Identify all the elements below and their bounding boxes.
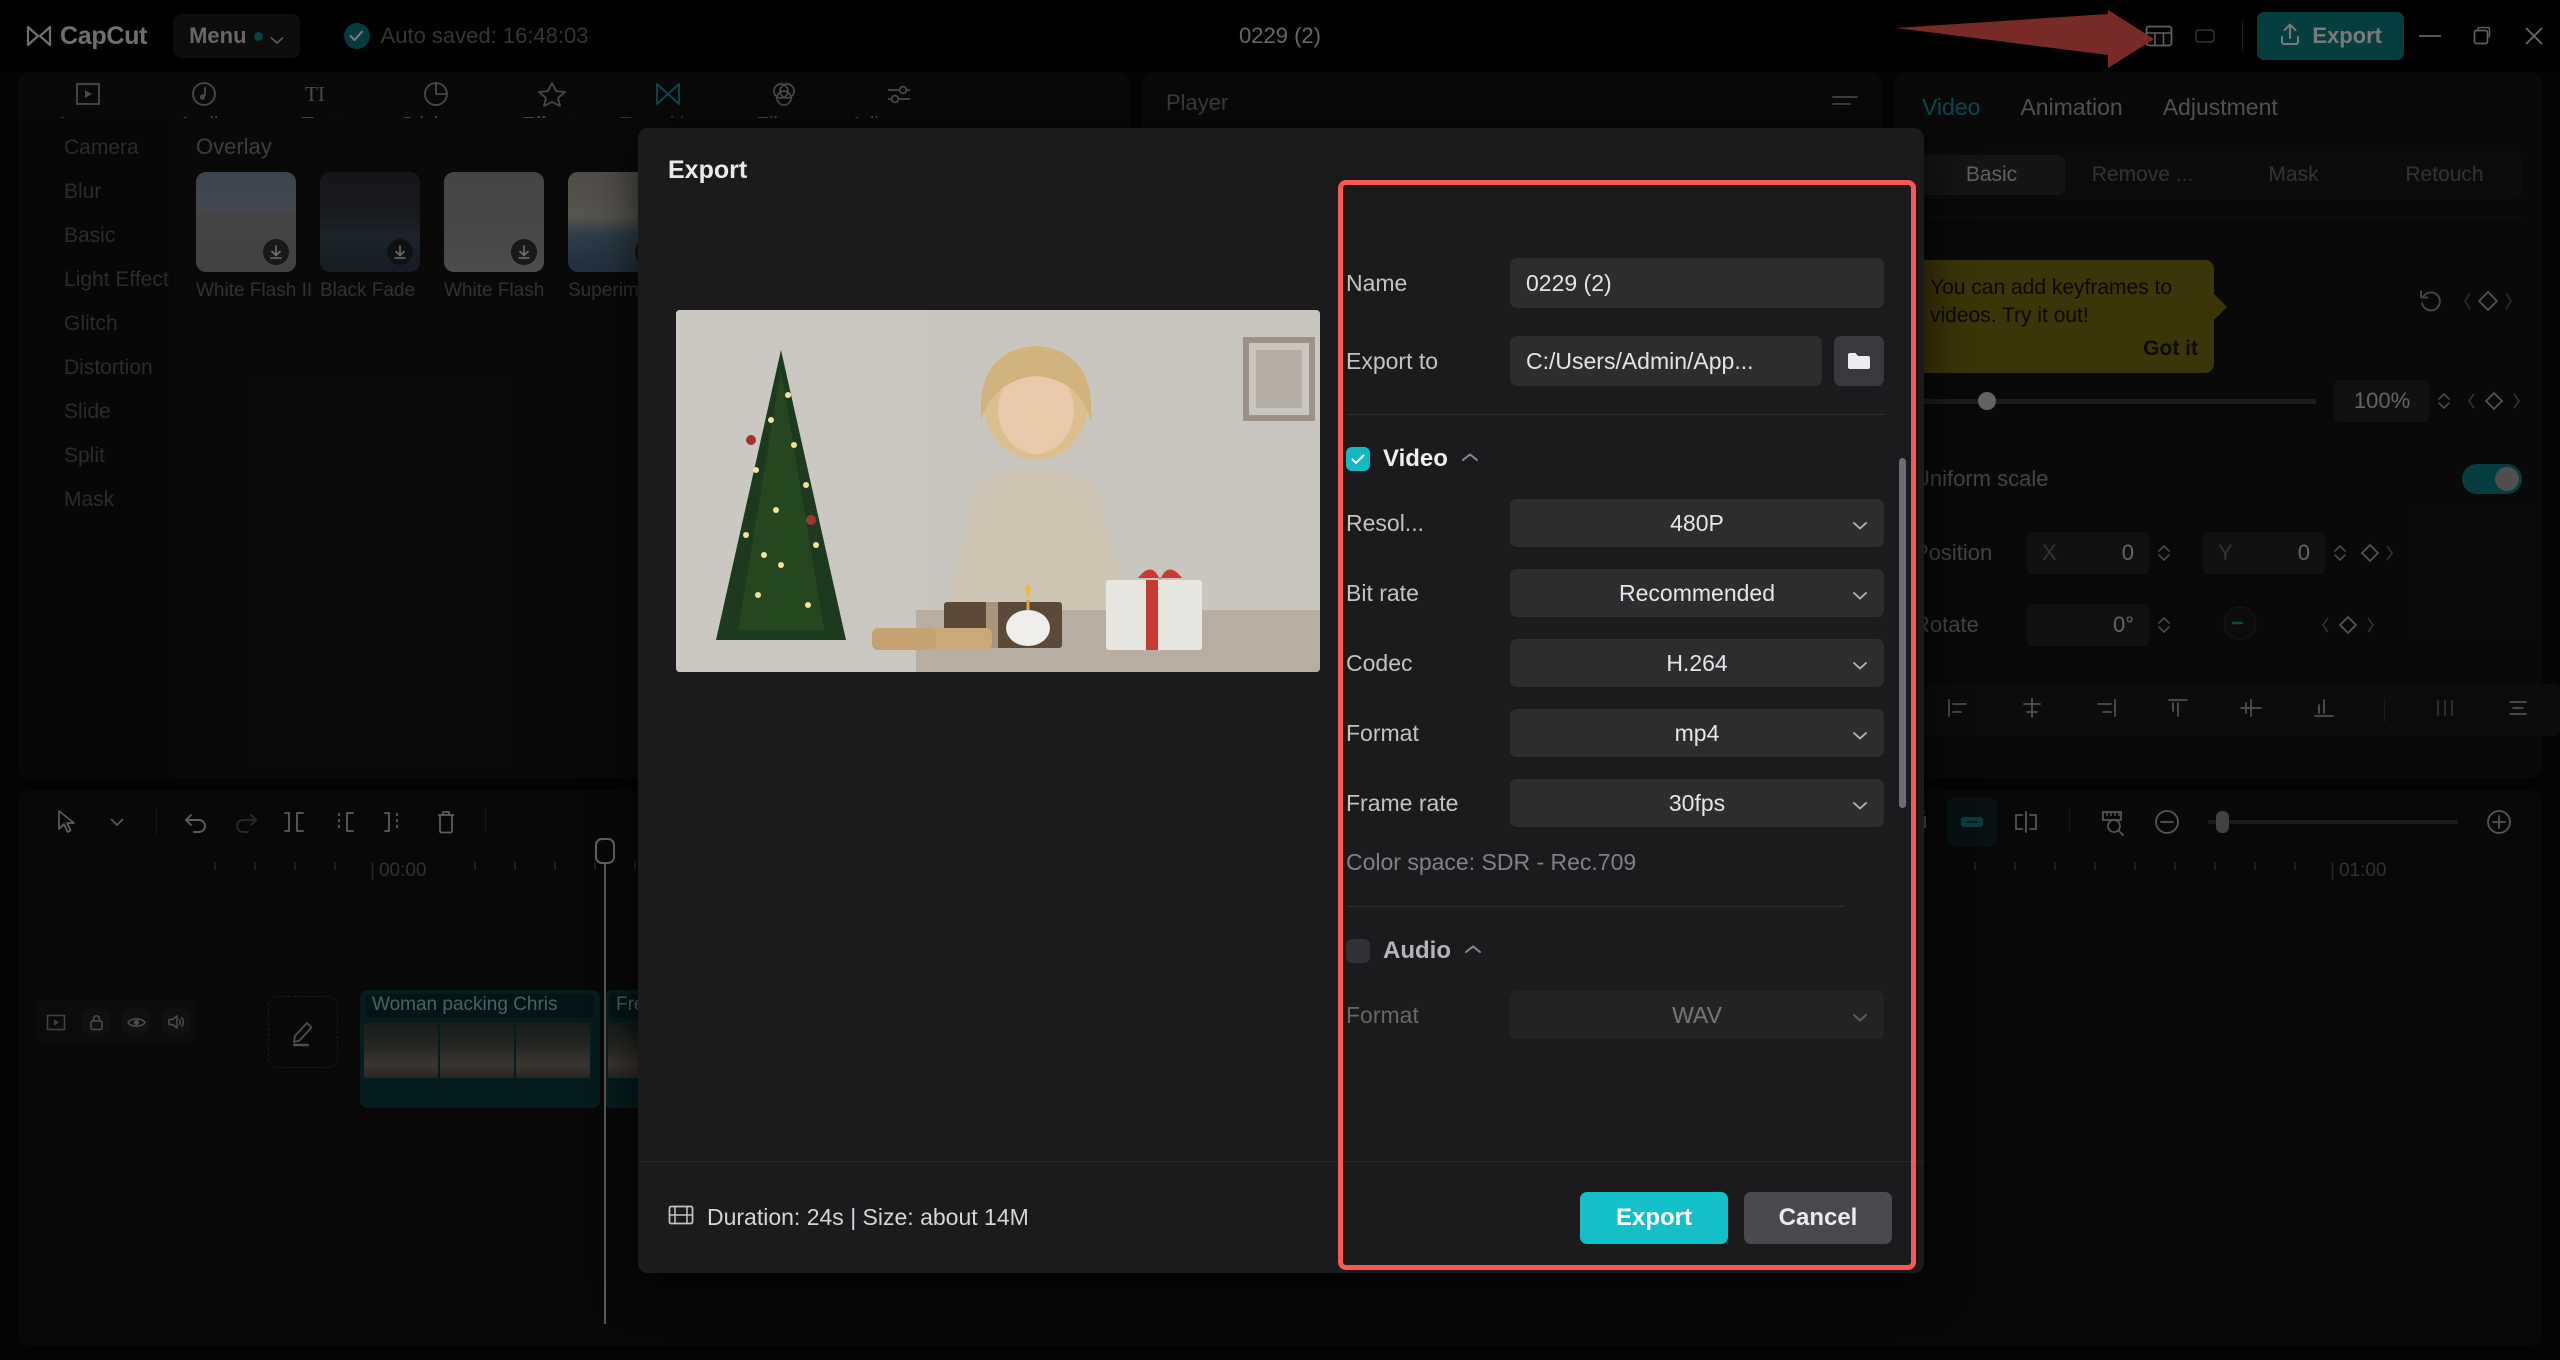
bitrate-label: Bit rate bbox=[1346, 580, 1510, 607]
framerate-value: 30fps bbox=[1669, 790, 1725, 817]
folder-icon[interactable] bbox=[1834, 336, 1884, 386]
chevron-down-icon bbox=[1852, 790, 1868, 817]
audio-format-label: Format bbox=[1346, 1002, 1510, 1029]
video-section-header: Video bbox=[1346, 445, 1884, 473]
audio-checkbox[interactable] bbox=[1346, 939, 1370, 963]
framerate-row: Frame rate 30fps bbox=[1346, 779, 1884, 827]
codec-row: Codec H.264 bbox=[1346, 639, 1884, 687]
bitrate-value: Recommended bbox=[1619, 580, 1775, 607]
settings-scrollbar[interactable] bbox=[1899, 458, 1906, 808]
framerate-label: Frame rate bbox=[1346, 790, 1510, 817]
export-path-input[interactable]: C:/Users/Admin/App... bbox=[1510, 336, 1822, 386]
divider bbox=[1346, 414, 1884, 415]
format-label: Format bbox=[1346, 720, 1510, 747]
format-row: Format mp4 bbox=[1346, 709, 1884, 757]
capcut-app-window: CapCut Menu Auto saved: 16:48:03 0229 (2… bbox=[0, 0, 2560, 1360]
resolution-select[interactable]: 480P bbox=[1510, 499, 1884, 547]
video-section-title: Video bbox=[1383, 445, 1448, 473]
chevron-down-icon bbox=[1852, 1002, 1868, 1029]
audio-format-row: Format WAV bbox=[1346, 991, 1884, 1039]
format-select[interactable]: mp4 bbox=[1510, 709, 1884, 757]
name-label: Name bbox=[1346, 270, 1510, 297]
export-to-label: Export to bbox=[1346, 348, 1510, 375]
chevron-down-icon bbox=[1852, 510, 1868, 537]
export-dialog: Export bbox=[638, 128, 1924, 1273]
video-checkbox[interactable] bbox=[1346, 447, 1370, 471]
audio-format-value: WAV bbox=[1672, 1002, 1722, 1029]
resolution-value: 480P bbox=[1670, 510, 1724, 537]
preview-column bbox=[638, 220, 1320, 1161]
framerate-select[interactable]: 30fps bbox=[1510, 779, 1884, 827]
color-space-text: Color space: SDR - Rec.709 bbox=[1346, 849, 1884, 876]
export-settings-form: Name 0229 (2) Export to C:/Users/Admin/A… bbox=[1320, 220, 1924, 1161]
chevron-up-icon[interactable] bbox=[1464, 942, 1482, 960]
audio-section-title: Audio bbox=[1383, 937, 1451, 965]
export-path-row: Export to C:/Users/Admin/App... bbox=[1346, 336, 1884, 386]
audio-format-select[interactable]: WAV bbox=[1510, 991, 1884, 1039]
audio-section-header: Audio bbox=[1346, 937, 1884, 965]
duration-text: Duration: 24s | Size: about 14M bbox=[707, 1204, 1029, 1231]
export-preview-image bbox=[676, 310, 1320, 672]
duration-info: Duration: 24s | Size: about 14M bbox=[668, 1204, 1029, 1232]
name-input[interactable]: 0229 (2) bbox=[1510, 258, 1884, 308]
codec-value: H.264 bbox=[1666, 650, 1727, 677]
format-value: mp4 bbox=[1675, 720, 1720, 747]
name-row: Name 0229 (2) bbox=[1346, 258, 1884, 308]
codec-select[interactable]: H.264 bbox=[1510, 639, 1884, 687]
resolution-label: Resol... bbox=[1346, 510, 1510, 537]
cancel-button[interactable]: Cancel bbox=[1744, 1192, 1892, 1244]
chevron-down-icon bbox=[1852, 650, 1868, 677]
chevron-down-icon bbox=[1852, 720, 1868, 747]
export-confirm-button[interactable]: Export bbox=[1580, 1192, 1728, 1244]
chevron-up-icon[interactable] bbox=[1461, 450, 1479, 468]
resolution-row: Resol... 480P bbox=[1346, 499, 1884, 547]
dialog-footer: Duration: 24s | Size: about 14M Export C… bbox=[638, 1161, 1924, 1273]
codec-label: Codec bbox=[1346, 650, 1510, 677]
divider bbox=[1346, 906, 1844, 907]
dialog-buttons: Export Cancel bbox=[1580, 1192, 1892, 1244]
film-strip-icon bbox=[668, 1204, 694, 1232]
dialog-body: Name 0229 (2) Export to C:/Users/Admin/A… bbox=[638, 220, 1924, 1161]
bitrate-select[interactable]: Recommended bbox=[1510, 569, 1884, 617]
chevron-down-icon bbox=[1852, 580, 1868, 607]
bitrate-row: Bit rate Recommended bbox=[1346, 569, 1884, 617]
dialog-title: Export bbox=[638, 128, 1924, 185]
